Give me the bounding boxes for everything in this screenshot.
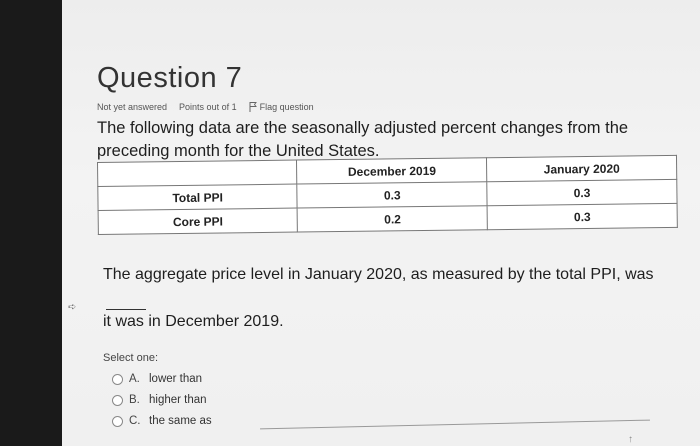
row-label: Total PPI bbox=[97, 184, 298, 211]
option-b[interactable]: B. higher than bbox=[112, 394, 207, 406]
table-header-cell: December 2019 bbox=[296, 157, 488, 185]
option-letter: B. bbox=[129, 394, 140, 406]
option-text: the same as bbox=[149, 415, 212, 427]
question-meta: Not yet answered Points out of 1 Flag qu… bbox=[97, 102, 314, 112]
table-cell: 0.3 bbox=[487, 179, 678, 206]
divider bbox=[260, 419, 650, 430]
flag-question-label: Flag question bbox=[259, 102, 314, 112]
points-label: Points out of 1 bbox=[179, 102, 237, 112]
answer-status: Not yet answered bbox=[97, 102, 168, 112]
radio-button[interactable] bbox=[112, 415, 123, 427]
question-prompt: The aggregate price level in January 202… bbox=[103, 263, 663, 333]
row-label: Core PPI bbox=[98, 208, 298, 235]
table-cell: 0.3 bbox=[297, 181, 488, 209]
table-header-cell: January 2020 bbox=[486, 155, 677, 182]
scroll-up-icon[interactable]: ↑ bbox=[628, 434, 633, 445]
arrow-icon: ➪ bbox=[68, 302, 77, 313]
option-letter: C. bbox=[129, 415, 141, 427]
table-header-cell bbox=[97, 160, 298, 187]
radio-button[interactable] bbox=[112, 373, 123, 385]
table-cell: 0.3 bbox=[487, 203, 678, 230]
option-c[interactable]: C. the same as bbox=[112, 415, 212, 427]
option-text: lower than bbox=[149, 373, 203, 385]
flag-icon bbox=[249, 102, 257, 112]
ppi-table: December 2019 January 2020 Total PPI 0.3… bbox=[97, 154, 678, 235]
option-a[interactable]: A. lower than bbox=[112, 373, 202, 385]
question-title: Question 7 bbox=[97, 62, 243, 94]
flag-question-link[interactable]: Flag question bbox=[249, 102, 314, 112]
prompt-before: The aggregate price level in January 202… bbox=[103, 266, 654, 283]
answer-blank bbox=[106, 286, 146, 310]
prompt-after: it was in December 2019. bbox=[103, 313, 284, 330]
radio-button[interactable] bbox=[112, 394, 123, 406]
option-letter: A. bbox=[129, 373, 140, 385]
select-one-label: Select one: bbox=[103, 352, 159, 364]
table-cell: 0.2 bbox=[297, 205, 488, 233]
option-text: higher than bbox=[149, 394, 207, 406]
